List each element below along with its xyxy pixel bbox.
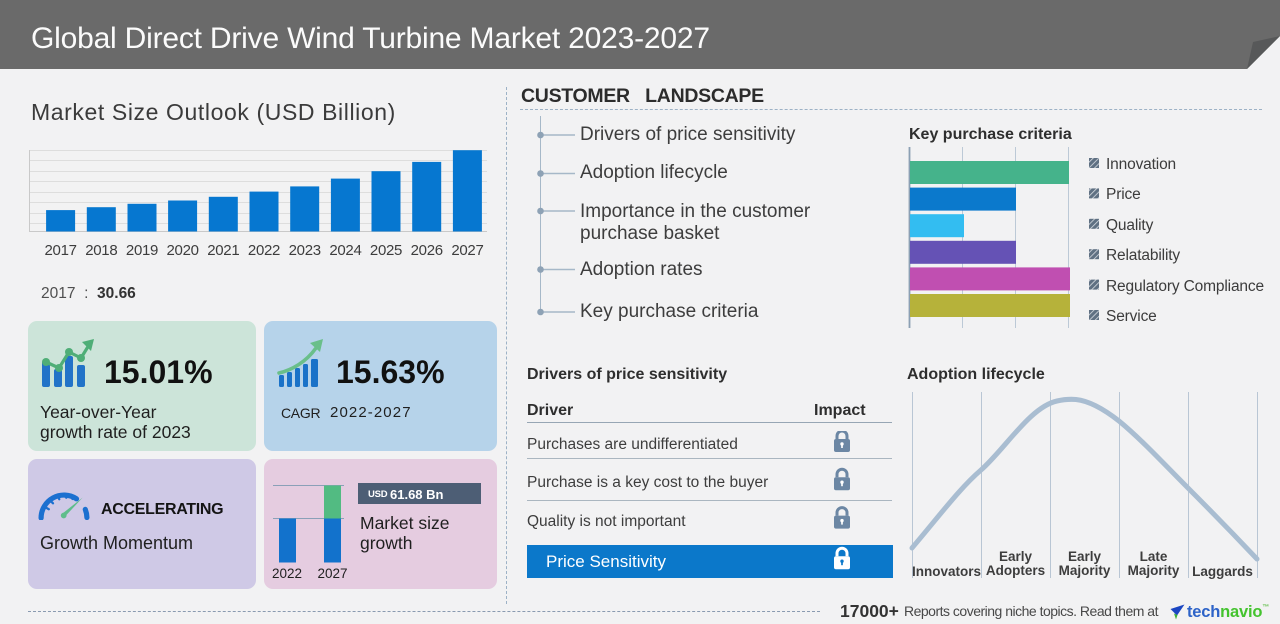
svg-text:2021: 2021 bbox=[207, 242, 239, 259]
svg-text:2023: 2023 bbox=[289, 242, 321, 259]
svg-text:2026: 2026 bbox=[411, 242, 443, 259]
svg-text:2025: 2025 bbox=[370, 242, 402, 259]
svg-text:2019: 2019 bbox=[126, 242, 158, 259]
svg-text:2022: 2022 bbox=[248, 242, 280, 259]
svg-text:2027: 2027 bbox=[451, 242, 483, 259]
svg-text:2017: 2017 bbox=[45, 242, 77, 259]
svg-text:2020: 2020 bbox=[167, 242, 199, 259]
svg-text:2018: 2018 bbox=[85, 242, 117, 259]
svg-text:2024: 2024 bbox=[329, 242, 361, 259]
